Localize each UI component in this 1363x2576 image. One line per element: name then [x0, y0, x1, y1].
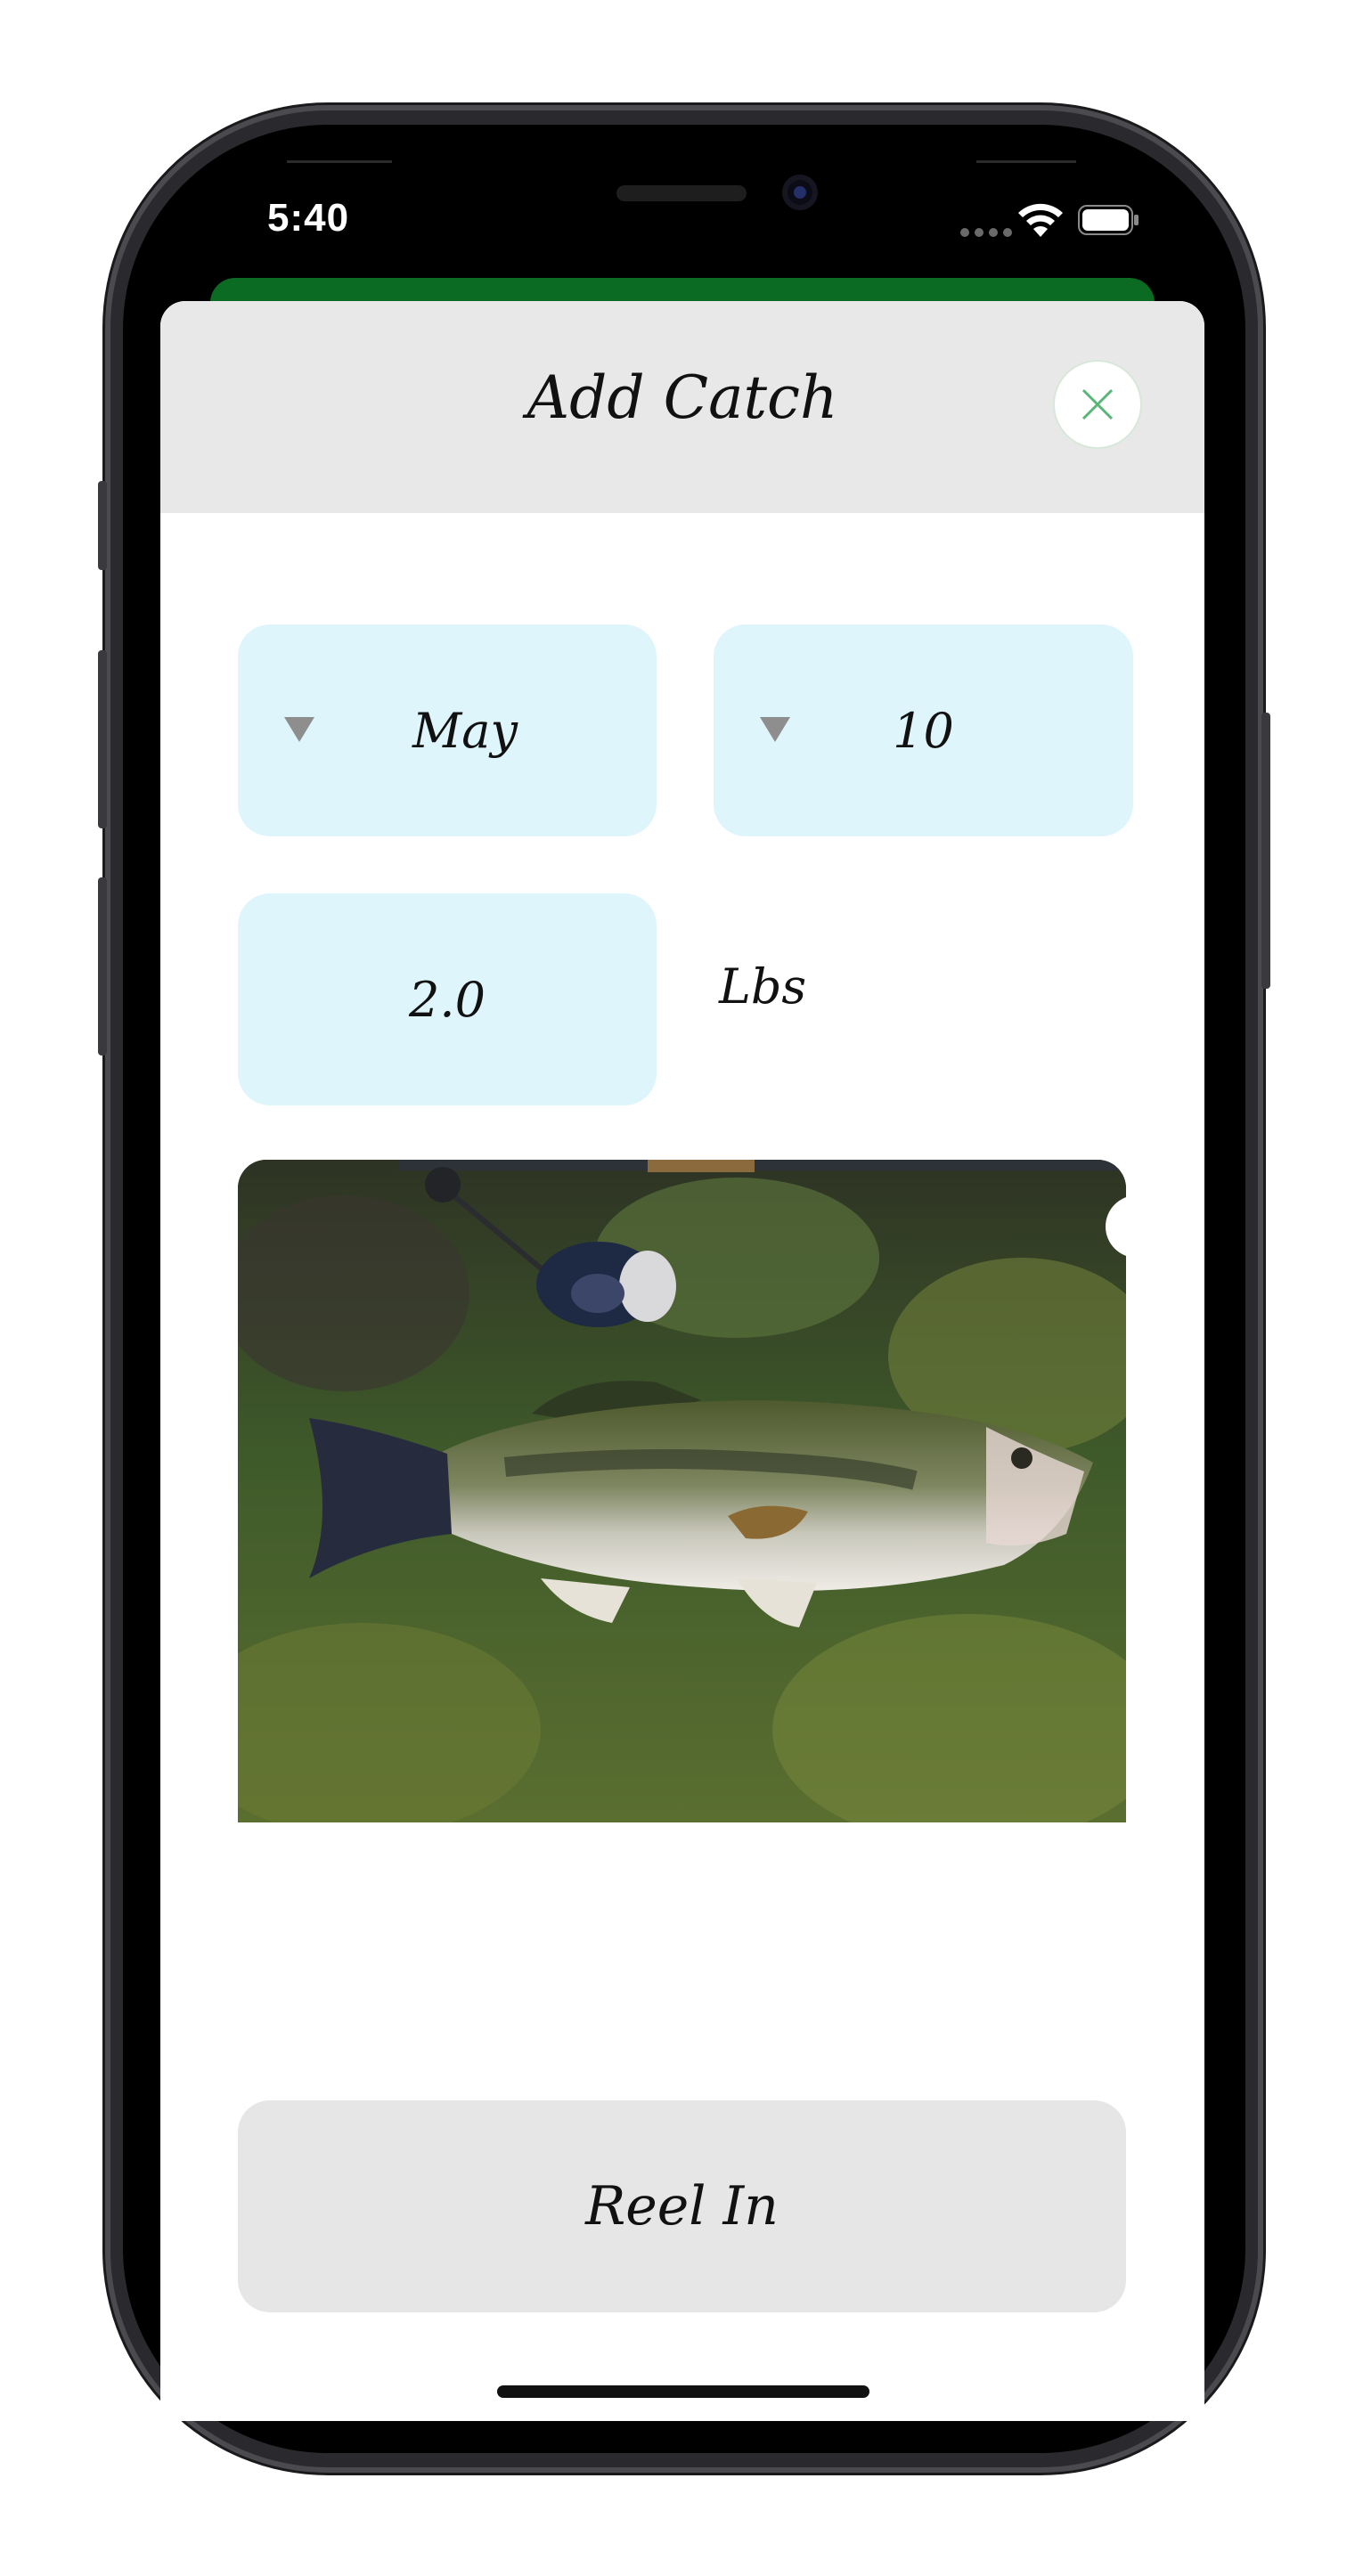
close-icon [1081, 388, 1114, 420]
add-catch-sheet: Add Catch May 10 2.0 Lbs Reel In [160, 301, 1204, 2421]
dropdown-caret-icon [760, 717, 790, 742]
weight-field[interactable]: 2.0 [238, 893, 657, 1105]
front-camera [782, 175, 818, 210]
home-indicator[interactable] [497, 2385, 869, 2398]
power-button [1261, 713, 1270, 989]
wifi-icon [1018, 203, 1063, 237]
close-button[interactable] [1053, 360, 1142, 449]
mute-switch [98, 481, 107, 570]
sheet-header: Add Catch [160, 301, 1204, 513]
status-time: 5:40 [267, 196, 350, 240]
day-value: 10 [893, 702, 954, 759]
volume-down-button [98, 877, 107, 1056]
weight-value: 2.0 [409, 971, 486, 1028]
fish-photo-image [238, 1160, 1126, 1822]
bezel-line-right [976, 160, 1076, 163]
catch-photo [238, 1160, 1126, 1822]
battery-icon [1078, 205, 1139, 235]
dropdown-caret-icon [284, 717, 314, 742]
day-dropdown[interactable]: 10 [714, 624, 1133, 836]
close-icon [1125, 1215, 1126, 1238]
bezel-line-left [287, 160, 392, 163]
page-title: Add Catch [526, 363, 838, 432]
reel-in-button[interactable]: Reel In [238, 2100, 1126, 2312]
month-dropdown[interactable]: May [238, 624, 657, 836]
weight-unit-label: Lbs [719, 958, 807, 1015]
volume-up-button [98, 650, 107, 828]
cellular-signal-icon [960, 228, 1012, 237]
month-value: May [412, 702, 518, 759]
earpiece-speaker [616, 185, 747, 201]
